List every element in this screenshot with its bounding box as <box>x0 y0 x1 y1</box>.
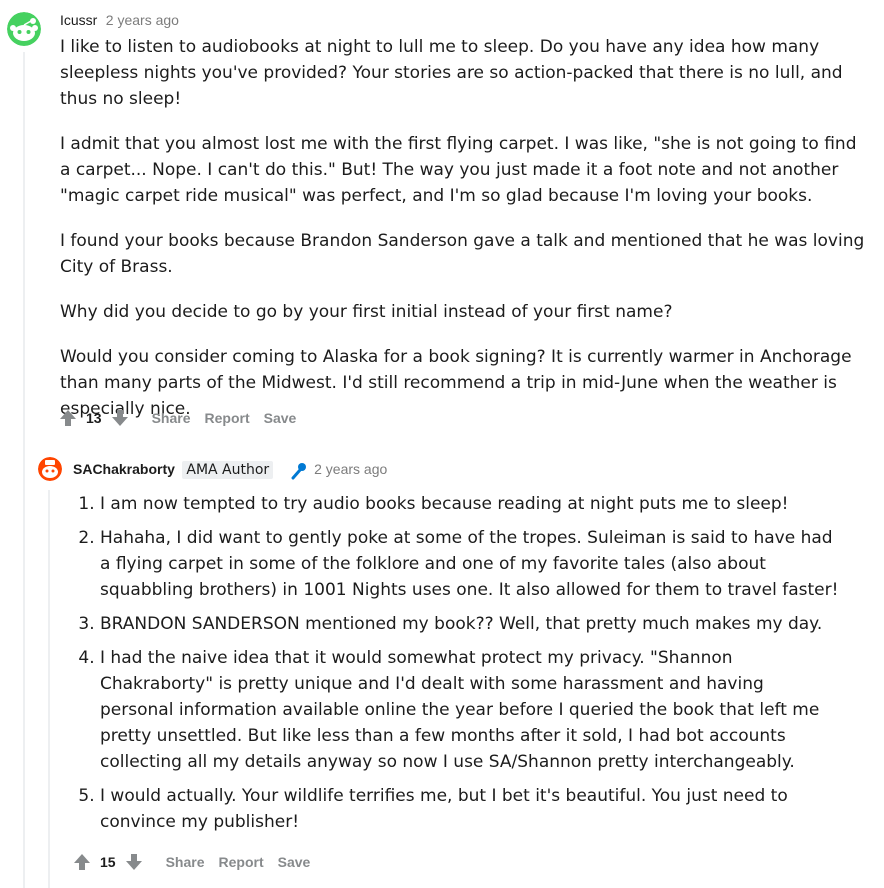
comment-author[interactable]: Icussr <box>60 12 97 28</box>
downvote-icon[interactable] <box>110 408 130 428</box>
comment-actions: 15 Share Report Save <box>72 852 310 872</box>
list-item: I would actually. Your wildlife terrifie… <box>100 783 840 835</box>
list-item: BRANDON SANDERSON mentioned my book?? We… <box>100 611 840 637</box>
report-button[interactable]: Report <box>205 410 250 426</box>
user-avatar[interactable] <box>38 457 62 481</box>
comment-header: Icussr 2 years ago <box>60 10 179 31</box>
comment-paragraph: I like to listen to audiobooks at night … <box>60 37 843 109</box>
save-button[interactable]: Save <box>264 410 297 426</box>
comment-paragraph: I admit that you almost lost me with the… <box>60 134 857 206</box>
comment-body: I like to listen to audiobooks at night … <box>60 34 872 441</box>
list-item: I had the naive idea that it would somew… <box>100 645 840 775</box>
microphone-icon <box>290 462 306 480</box>
save-button[interactable]: Save <box>278 854 311 870</box>
share-button[interactable]: Share <box>152 410 191 426</box>
thread-line-1[interactable] <box>23 52 25 888</box>
user-avatar[interactable] <box>7 12 41 46</box>
answer-list: I am now tempted to try audio books beca… <box>60 491 840 835</box>
list-item: I am now tempted to try audio books beca… <box>100 491 840 517</box>
comment-paragraph: I found your books because Brandon Sande… <box>60 231 865 277</box>
comment-body: I am now tempted to try audio books beca… <box>60 491 840 843</box>
comment-header: SAChakraborty AMA Author 2 years ago <box>73 459 387 480</box>
upvote-icon[interactable] <box>72 852 92 872</box>
vote-count: 13 <box>86 410 102 426</box>
user-flair: AMA Author <box>182 461 274 479</box>
report-button[interactable]: Report <box>219 854 264 870</box>
comment-actions: 13 Share Report Save <box>58 408 296 428</box>
downvote-icon[interactable] <box>124 852 144 872</box>
thread-line-2[interactable] <box>48 490 50 888</box>
comment-paragraph: Why did you decide to go by your first i… <box>60 302 673 322</box>
vote-count: 15 <box>100 854 116 870</box>
list-item: Hahaha, I did want to gently poke at som… <box>100 525 840 603</box>
comment-timestamp[interactable]: 2 years ago <box>106 12 179 28</box>
upvote-icon[interactable] <box>58 408 78 428</box>
comment-author[interactable]: SAChakraborty <box>73 461 175 477</box>
comment-timestamp[interactable]: 2 years ago <box>314 461 387 477</box>
share-button[interactable]: Share <box>166 854 205 870</box>
